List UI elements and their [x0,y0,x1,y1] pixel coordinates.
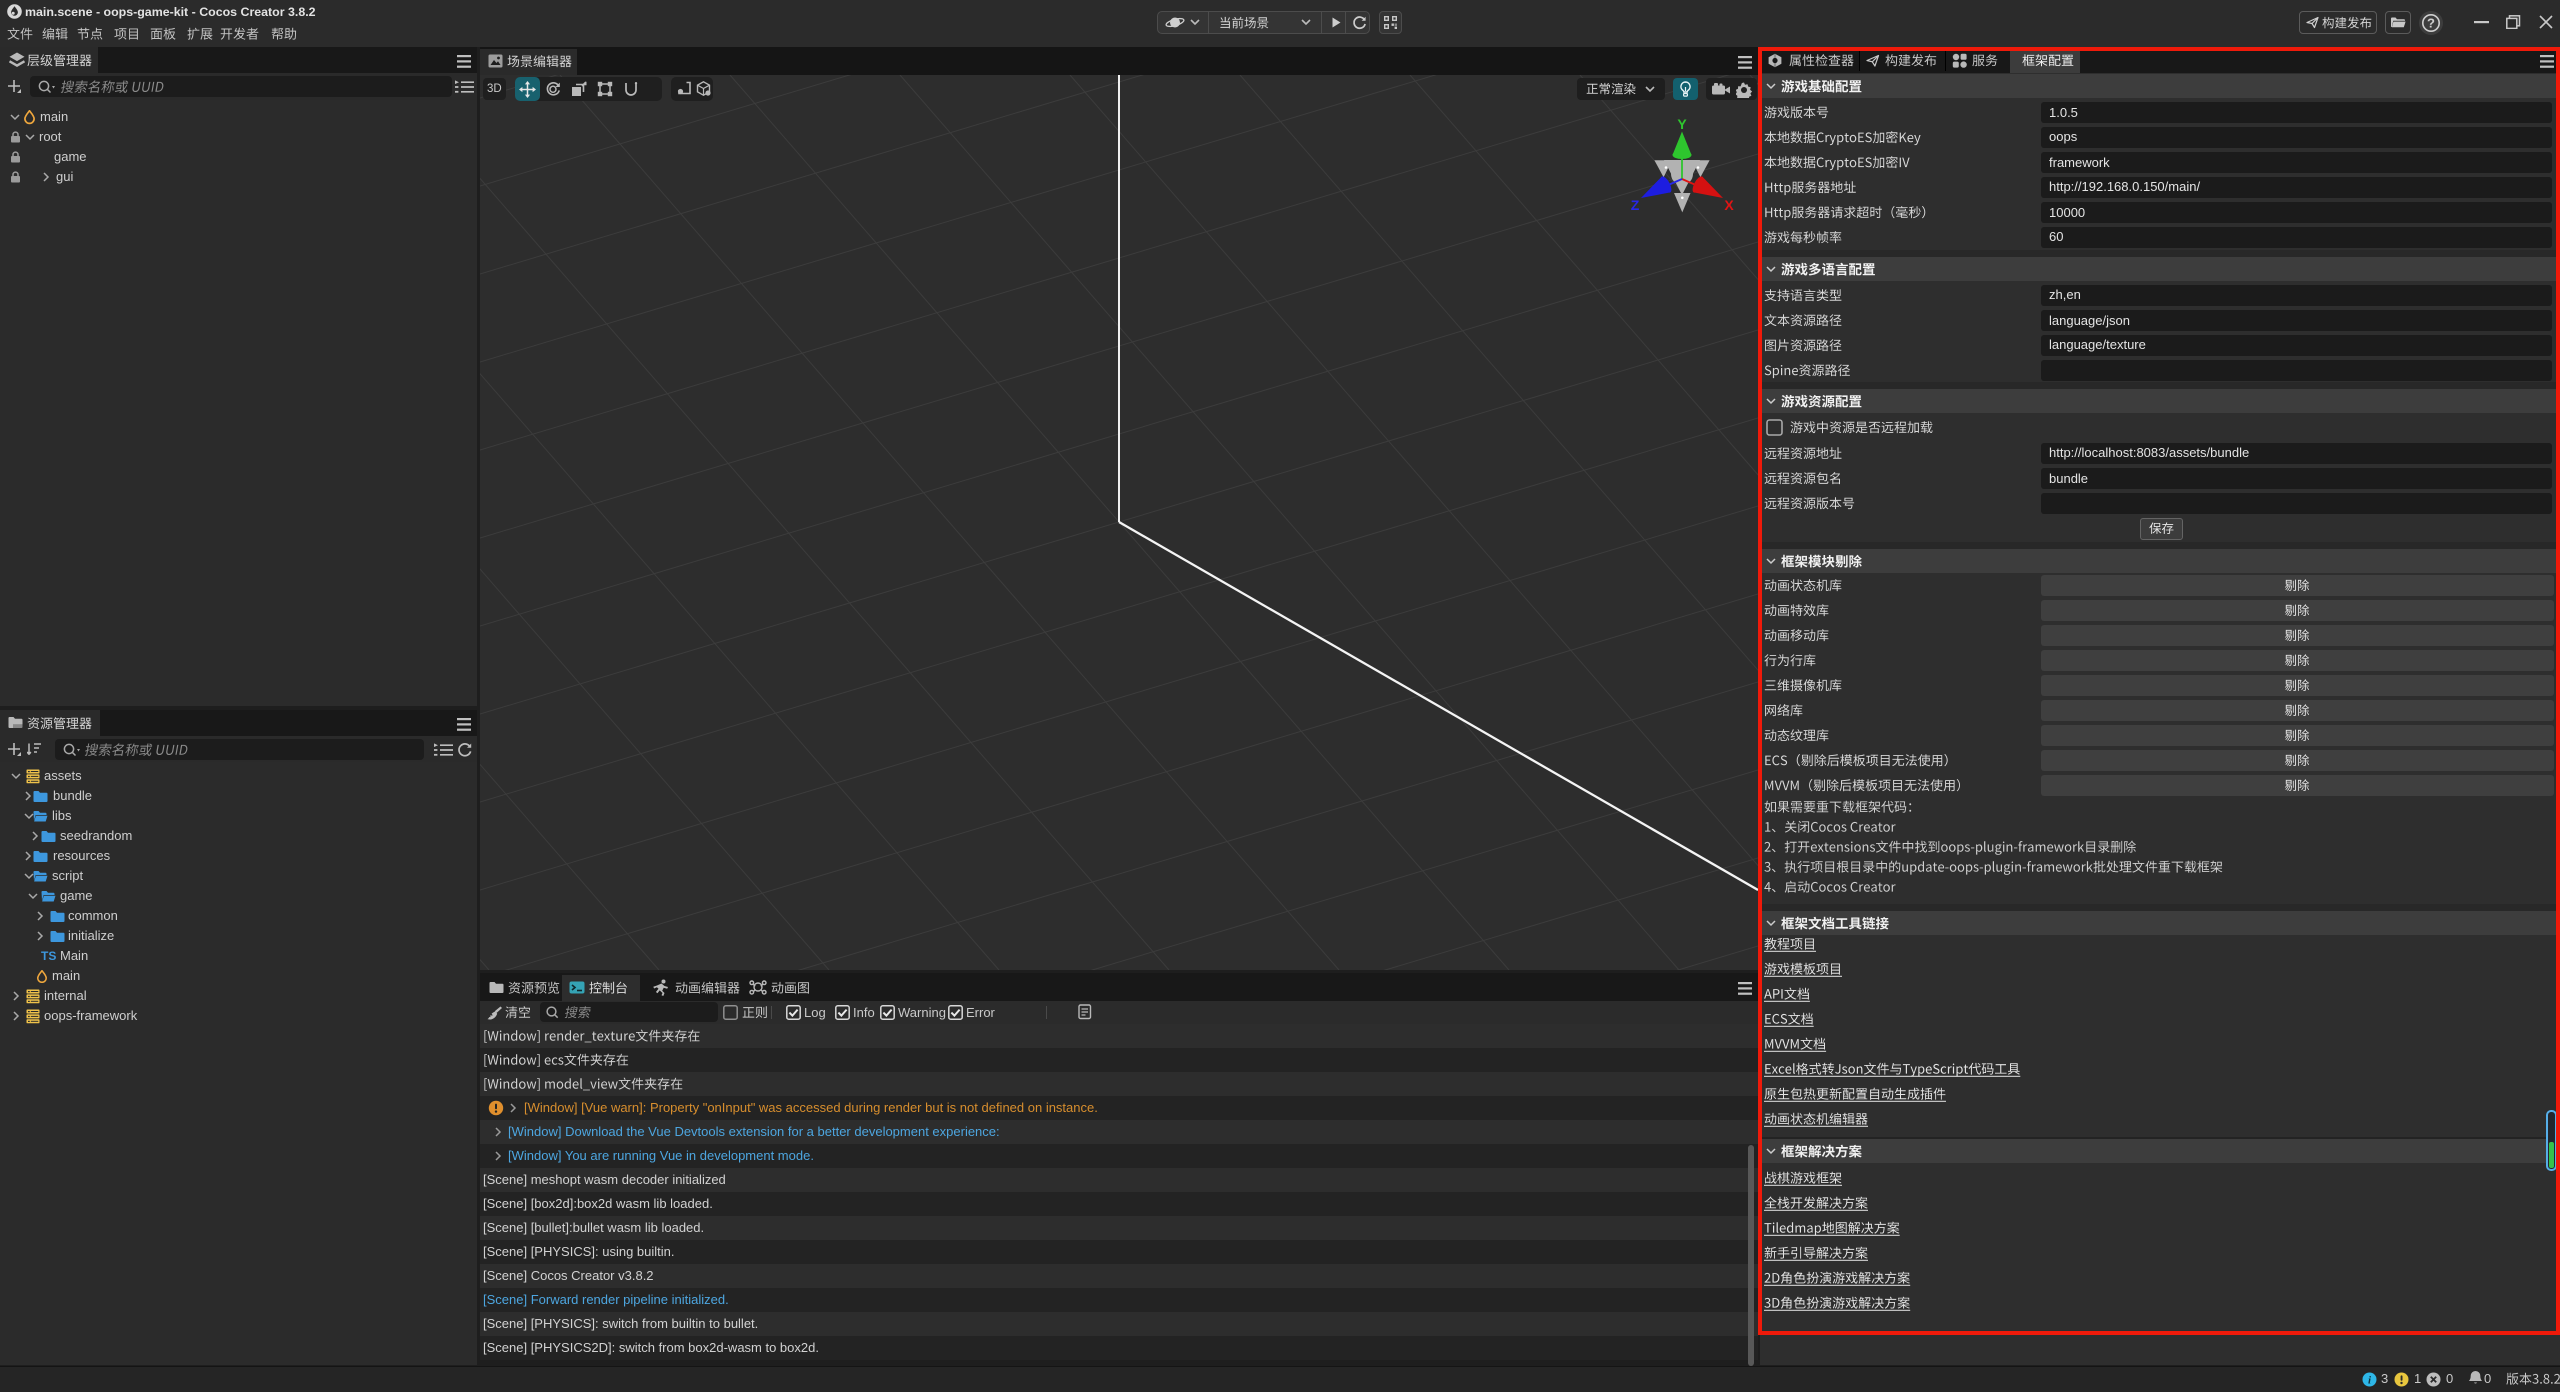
svg-text:Z: Z [1631,197,1640,213]
svg-text:Y: Y [1677,116,1687,132]
svg-text:X: X [1724,197,1734,213]
svg-text:?: ? [2427,16,2435,31]
